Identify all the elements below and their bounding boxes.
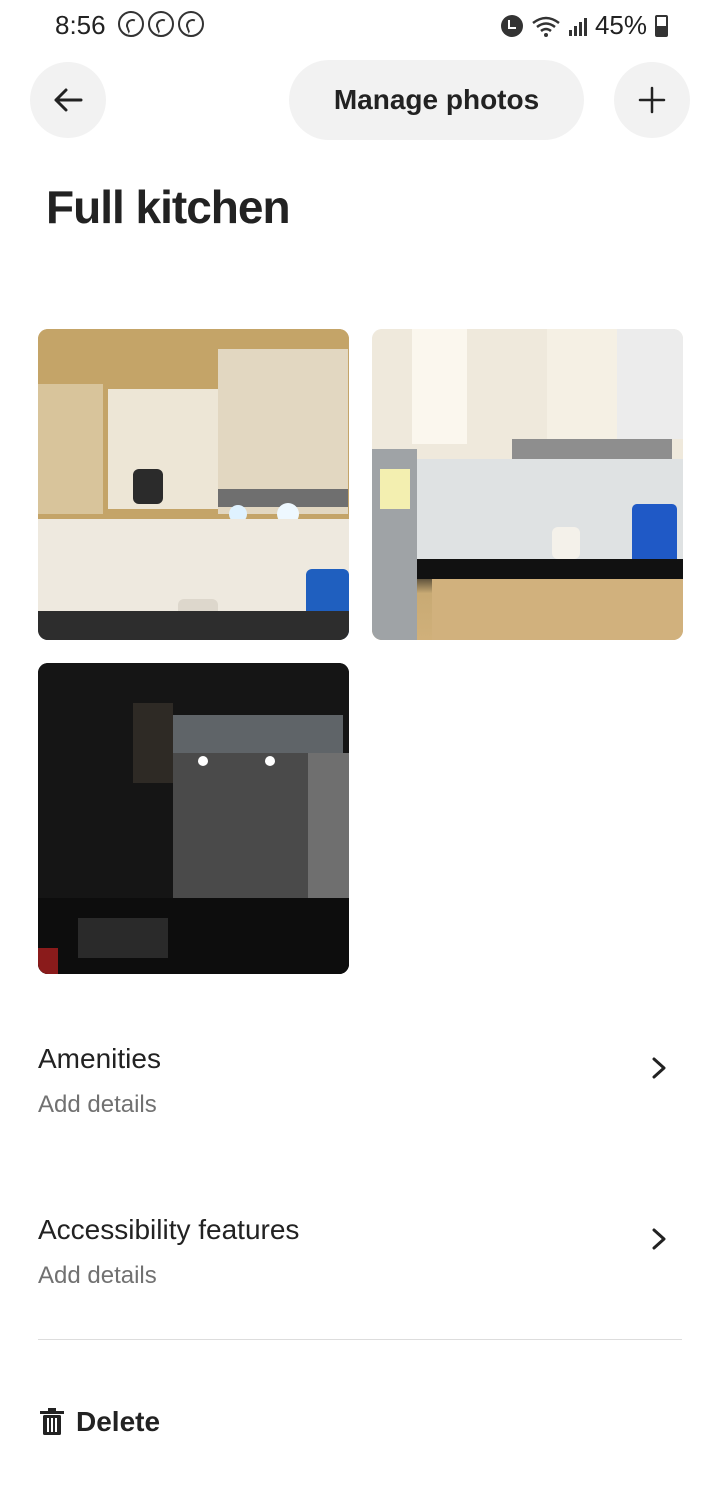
viber-icon <box>148 11 174 37</box>
viber-icon <box>178 11 204 37</box>
delete-label: Delete <box>76 1406 161 1437</box>
amenities-subtitle: Add details <box>38 1091 157 1118</box>
notification-icons <box>118 11 204 37</box>
battery-level: 45% <box>594 10 647 40</box>
signal-icon <box>568 16 587 36</box>
kitchen-photo-image <box>38 663 349 974</box>
divider <box>38 1339 682 1340</box>
viber-icon <box>118 11 144 37</box>
arrow-left-icon <box>54 88 83 112</box>
amenities-title: Amenities <box>38 1043 161 1074</box>
manage-photos-button[interactable]: Manage photos <box>289 60 584 140</box>
alarm-icon <box>500 14 523 37</box>
plus-icon <box>638 86 666 114</box>
kitchen-photo[interactable] <box>372 329 683 640</box>
back-button[interactable] <box>30 62 106 138</box>
kitchen-photo[interactable] <box>38 329 349 640</box>
wifi-icon <box>532 16 560 37</box>
chevron-right-icon <box>652 1057 666 1079</box>
delete-button[interactable]: Delete <box>40 1400 160 1444</box>
status-bar: 8:56 45% <box>0 0 720 52</box>
accessibility-features-title: Accessibility features <box>38 1214 300 1245</box>
page-title: Full kitchen <box>46 181 291 233</box>
status-time: 8:56 <box>55 10 106 40</box>
accessibility-features-row[interactable]: Accessibility features Add details <box>38 1214 682 1294</box>
kitchen-photo-image <box>372 329 683 640</box>
accessibility-features-subtitle: Add details <box>38 1262 157 1289</box>
battery-icon <box>655 14 668 37</box>
add-photo-button[interactable] <box>614 62 690 138</box>
amenities-row[interactable]: Amenities Add details <box>38 1043 682 1123</box>
chevron-right-icon <box>652 1228 666 1250</box>
kitchen-photo-image <box>38 329 349 640</box>
system-icons: 45% <box>500 10 668 41</box>
kitchen-photo[interactable] <box>38 663 349 974</box>
trash-icon <box>40 1408 64 1435</box>
